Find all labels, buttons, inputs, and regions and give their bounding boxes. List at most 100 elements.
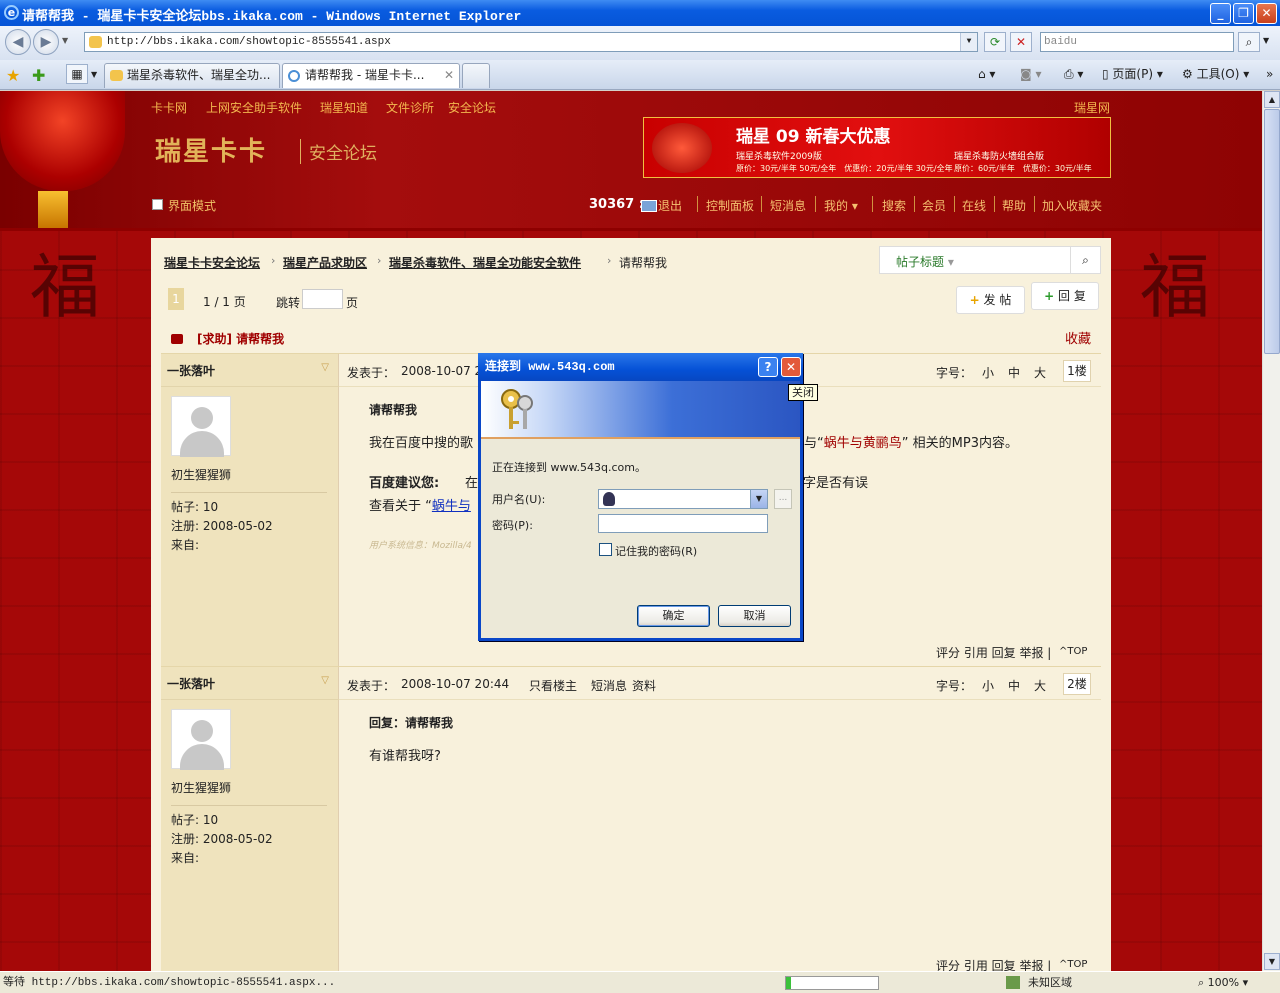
username-combobox[interactable]: ▼ bbox=[598, 489, 768, 509]
nav-online[interactable]: 在线 bbox=[962, 197, 986, 214]
breadcrumb-help-area[interactable]: 瑞星产品求助区 bbox=[283, 254, 367, 271]
promo-banner[interactable]: 瑞星 09 新春大优惠 瑞星杀毒软件2009版 瑞星杀毒防火墙组合版 原价：30… bbox=[643, 117, 1111, 178]
banner-right-title: 瑞星杀毒防火墙组合版 bbox=[954, 152, 1045, 162]
nav-logout[interactable]: 退出 bbox=[658, 197, 682, 214]
toplink-assistant[interactable]: 上网安全助手软件 bbox=[206, 99, 302, 116]
username-dropdown-icon[interactable]: ▼ bbox=[750, 490, 767, 508]
logout-icon[interactable] bbox=[641, 200, 657, 212]
history-dropdown-icon[interactable]: ▼ bbox=[62, 36, 68, 45]
back-button[interactable]: ◀ bbox=[5, 29, 31, 55]
back-to-top-link[interactable]: ^TOP bbox=[1059, 959, 1087, 970]
toplink-zhidao[interactable]: 瑞星知道 bbox=[320, 99, 368, 116]
view-about-link[interactable]: 蜗牛与 bbox=[432, 499, 471, 514]
back-to-top-label: TOP bbox=[1067, 646, 1088, 657]
search-icon[interactable]: ⌕ bbox=[1238, 32, 1260, 52]
font-medium-link[interactable]: 中 bbox=[1008, 364, 1020, 381]
dialog-help-button[interactable]: ? bbox=[758, 357, 778, 377]
profile-link[interactable]: 资料 bbox=[632, 677, 656, 694]
floor-badge[interactable]: 1楼 bbox=[1063, 360, 1091, 382]
search-icon[interactable]: ⌕ bbox=[1070, 247, 1100, 273]
quick-tabs-icon[interactable]: ▦ bbox=[66, 64, 88, 84]
home-icon[interactable]: ⌂ ▾ bbox=[978, 65, 995, 83]
browse-button[interactable]: ... bbox=[774, 489, 792, 509]
favorite-link[interactable]: 收藏 bbox=[1065, 328, 1091, 347]
author-menu-icon[interactable]: ▽ bbox=[321, 675, 329, 686]
scroll-down-icon[interactable]: ▼ bbox=[1264, 953, 1280, 970]
ok-button[interactable]: 确定 bbox=[637, 605, 710, 627]
fu-glyph: 福 bbox=[1140, 246, 1210, 328]
page-jump-input[interactable] bbox=[302, 289, 343, 309]
toplink-clinic[interactable]: 文件诊所 bbox=[386, 99, 434, 116]
new-tab-button[interactable] bbox=[462, 63, 490, 88]
site-header: 卡卡网 上网安全助手软件 瑞星知道 文件诊所 安全论坛 瑞星网 瑞星卡卡 安全论… bbox=[0, 91, 1262, 228]
font-large-link[interactable]: 大 bbox=[1034, 364, 1046, 381]
toplink-kaka[interactable]: 卡卡网 bbox=[151, 99, 187, 116]
vertical-scrollbar[interactable]: ▲ ▼ bbox=[1262, 91, 1280, 971]
tab-current[interactable]: 请帮帮我 - 瑞星卡卡... ✕ bbox=[282, 63, 460, 88]
add-favorite-icon[interactable]: ✚ bbox=[32, 66, 45, 85]
author-name[interactable]: 一张落叶 bbox=[167, 675, 215, 692]
nav-mine[interactable]: 我的 ▾ bbox=[824, 197, 858, 214]
security-zone[interactable]: 未知区域 bbox=[1028, 972, 1072, 993]
close-tab-icon[interactable]: ✕ bbox=[444, 64, 454, 87]
page-current[interactable]: 1 bbox=[168, 288, 184, 310]
search-options-icon[interactable]: ▼ bbox=[1263, 36, 1269, 45]
remember-checkbox[interactable] bbox=[599, 543, 612, 556]
nav-members[interactable]: 会员 bbox=[922, 197, 946, 214]
zoom-level[interactable]: ⌕ 100% ▾ bbox=[1198, 972, 1248, 993]
tools-menu[interactable]: ⚙ 工具(O) ▾ bbox=[1182, 65, 1249, 83]
toplink-forum[interactable]: 安全论坛 bbox=[448, 99, 496, 116]
favorites-star-icon[interactable]: ★ bbox=[6, 66, 20, 85]
address-input[interactable]: http://bbs.ikaka.com/showtopic-8555541.a… bbox=[84, 32, 978, 52]
font-medium-link[interactable]: 中 bbox=[1008, 677, 1020, 694]
dialog-close-button[interactable]: ✕ bbox=[781, 357, 801, 377]
nav-control-panel[interactable]: 控制面板 bbox=[706, 197, 754, 214]
maximize-button[interactable]: ❐ bbox=[1233, 3, 1254, 24]
close-tooltip: 关闭 bbox=[788, 384, 818, 401]
only-host-link[interactable]: 只看楼主 bbox=[529, 677, 577, 694]
site-logo[interactable]: 瑞星卡卡 bbox=[155, 131, 267, 168]
search-input[interactable]: baidu bbox=[1040, 32, 1234, 52]
font-small-link[interactable]: 小 bbox=[982, 677, 994, 694]
scroll-thumb[interactable] bbox=[1264, 109, 1280, 354]
password-field[interactable] bbox=[598, 514, 768, 533]
feeds-icon[interactable]: ◙ ▾ bbox=[1020, 65, 1041, 83]
search-scope-select[interactable]: 帖子标题 ▾ bbox=[896, 253, 954, 270]
reply-button[interactable]: + 回 复 bbox=[1031, 282, 1099, 310]
scroll-up-icon[interactable]: ▲ bbox=[1264, 91, 1280, 108]
author-menu-icon[interactable]: ▽ bbox=[321, 362, 329, 373]
author-name[interactable]: 一张落叶 bbox=[167, 362, 215, 379]
close-window-button[interactable]: ✕ bbox=[1256, 3, 1277, 24]
floor-badge[interactable]: 2楼 bbox=[1063, 673, 1091, 695]
refresh-button[interactable]: ⟳ bbox=[984, 32, 1006, 52]
forward-button[interactable]: ▶ bbox=[33, 29, 59, 55]
print-icon[interactable]: ⎙ ▾ bbox=[1064, 65, 1083, 83]
post-actions[interactable]: 评分 引用 回复 举报 | bbox=[936, 957, 1051, 971]
address-dropdown-icon[interactable]: ▼ bbox=[960, 33, 977, 51]
divider bbox=[171, 805, 327, 806]
nav-add-favorite[interactable]: 加入收藏夹 bbox=[1042, 197, 1102, 214]
message-link[interactable]: 短消息 bbox=[591, 677, 627, 694]
toplink-rising[interactable]: 瑞星网 bbox=[1074, 99, 1110, 116]
nav-separator bbox=[954, 196, 955, 212]
forum-search[interactable]: 帖子标题 ▾ ⌕ bbox=[879, 246, 1101, 274]
author-posts: 帖子: 10 bbox=[171, 813, 219, 827]
tab-forum-list[interactable]: 瑞星杀毒软件、瑞星全功... bbox=[104, 63, 280, 88]
mode-checkbox[interactable] bbox=[152, 199, 163, 210]
post-actions[interactable]: 评分 引用 回复 举报 | bbox=[936, 644, 1051, 661]
breadcrumb-antivirus[interactable]: 瑞星杀毒软件、瑞星全功能安全软件 bbox=[389, 254, 581, 271]
toolbar-overflow-icon[interactable]: » bbox=[1266, 65, 1273, 83]
back-to-top-link[interactable]: ^TOP bbox=[1059, 646, 1087, 657]
font-small-link[interactable]: 小 bbox=[982, 364, 994, 381]
nav-messages[interactable]: 短消息 bbox=[770, 197, 806, 214]
new-post-button[interactable]: + 发 帖 bbox=[956, 286, 1025, 314]
cancel-button[interactable]: 取消 bbox=[718, 605, 791, 627]
breadcrumb-forum-home[interactable]: 瑞星卡卡安全论坛 bbox=[164, 254, 260, 271]
page-menu[interactable]: ▯ 页面(P) ▾ bbox=[1102, 65, 1163, 83]
stop-button[interactable]: ✕ bbox=[1010, 32, 1032, 52]
nav-help[interactable]: 帮助 bbox=[1002, 197, 1026, 214]
nav-search[interactable]: 搜索 bbox=[882, 197, 906, 214]
font-large-link[interactable]: 大 bbox=[1034, 677, 1046, 694]
minimize-button[interactable]: _ bbox=[1210, 3, 1231, 24]
tab-list-icon[interactable]: ▼ bbox=[91, 70, 97, 79]
